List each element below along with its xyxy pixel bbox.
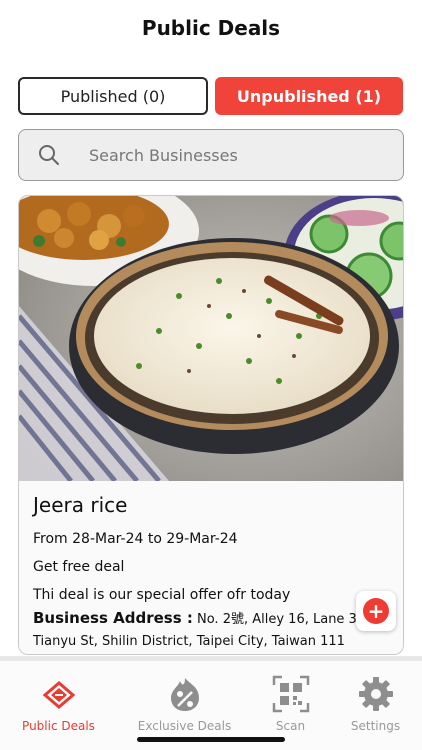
deal-image (19, 196, 403, 481)
search-bar[interactable] (18, 129, 404, 181)
qr-code-icon (272, 675, 309, 713)
deal-details: Jeera rice From 28-Mar-24 to 29-Mar-24 G… (19, 481, 403, 654)
tab-unpublished-label: Unpublished (1) (236, 86, 382, 106)
nav-settings[interactable]: Settings (323, 675, 422, 733)
nav-label-public-deals: Public Deals (22, 719, 95, 733)
deal-offer: Get free deal (33, 559, 125, 575)
tab-unpublished[interactable]: Unpublished (1) (215, 77, 403, 115)
plus-icon: + (363, 598, 389, 624)
gear-icon (358, 677, 393, 711)
search-input[interactable] (89, 145, 369, 165)
page-title: Public Deals (141, 16, 281, 40)
address-label: Business Address : (33, 609, 193, 627)
search-icon (39, 145, 59, 165)
home-indicator[interactable] (137, 737, 285, 742)
tab-published[interactable]: Published (0) (18, 77, 208, 115)
deal-title: Jeera rice (33, 493, 128, 517)
deal-card[interactable]: Jeera rice From 28-Mar-24 to 29-Mar-24 G… (18, 195, 404, 655)
nav-public-deals[interactable]: Public Deals (6, 675, 111, 733)
nav-label-exclusive-deals: Exclusive Deals (137, 719, 232, 733)
nav-exclusive-deals[interactable]: Exclusive Deals (132, 675, 237, 733)
address-line2: Tianyu St, Shilin District, Taipei City,… (33, 634, 345, 649)
percent-badge-icon (170, 678, 199, 711)
public-deals-icon (42, 681, 75, 709)
address-line1: No. 2號, Alley 16, Lane 38 (196, 612, 366, 627)
deal-description: Thi deal is our special offer ofr today (33, 587, 291, 603)
tab-published-label: Published (0) (60, 86, 166, 106)
nav-label-settings: Settings (350, 719, 401, 733)
bottom-nav: Public Deals Exclusive Deals Scan Settin… (0, 656, 422, 750)
deal-address: Business Address : No. 2號, Alley 16, Lan… (33, 607, 391, 653)
add-deal-button[interactable]: + (356, 591, 396, 631)
deal-dates: From 28-Mar-24 to 29-Mar-24 (33, 531, 238, 547)
